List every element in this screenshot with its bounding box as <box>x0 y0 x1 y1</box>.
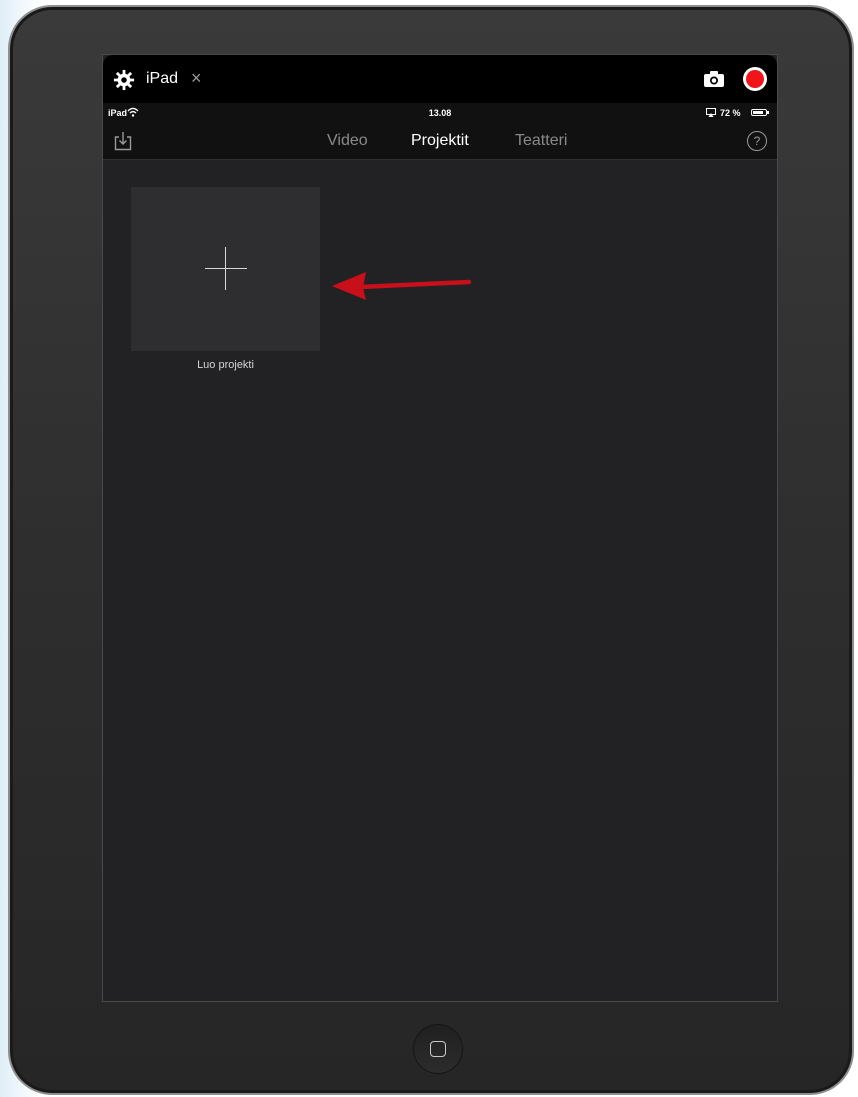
close-icon[interactable]: × <box>191 68 202 89</box>
plus-icon-vertical <box>225 247 226 290</box>
create-project-label[interactable]: Luo projekti <box>131 359 320 371</box>
settings-icon[interactable] <box>113 69 135 91</box>
battery-icon <box>751 109 769 116</box>
tab-video[interactable]: Video <box>327 132 368 150</box>
tab-teatteri[interactable]: Teatteri <box>515 132 567 150</box>
airplay-icon <box>706 108 716 117</box>
status-bar: iPad 13.08 72 % <box>103 103 777 123</box>
home-button[interactable] <box>413 1024 463 1074</box>
record-button[interactable] <box>743 67 767 91</box>
ipad-screen: iPad × iPad 13.08 72 % Video Projektit T… <box>102 54 778 1002</box>
recorder-toolbar: iPad × <box>103 55 777 103</box>
create-project-tile[interactable] <box>131 187 320 351</box>
arrow-left-icon <box>332 272 472 300</box>
plus-icon <box>205 268 247 269</box>
help-icon[interactable]: ? <box>747 131 767 151</box>
nav-bar: Video Projektit Teatteri ? <box>103 123 777 160</box>
camera-icon[interactable] <box>704 71 724 87</box>
home-button-icon <box>430 1041 446 1057</box>
status-time: 13.08 <box>428 108 452 118</box>
battery-percentage: 72 % <box>720 108 741 118</box>
tab-projektit[interactable]: Projektit <box>411 132 469 150</box>
import-icon[interactable] <box>114 131 132 151</box>
device-tab-label[interactable]: iPad <box>146 70 178 88</box>
